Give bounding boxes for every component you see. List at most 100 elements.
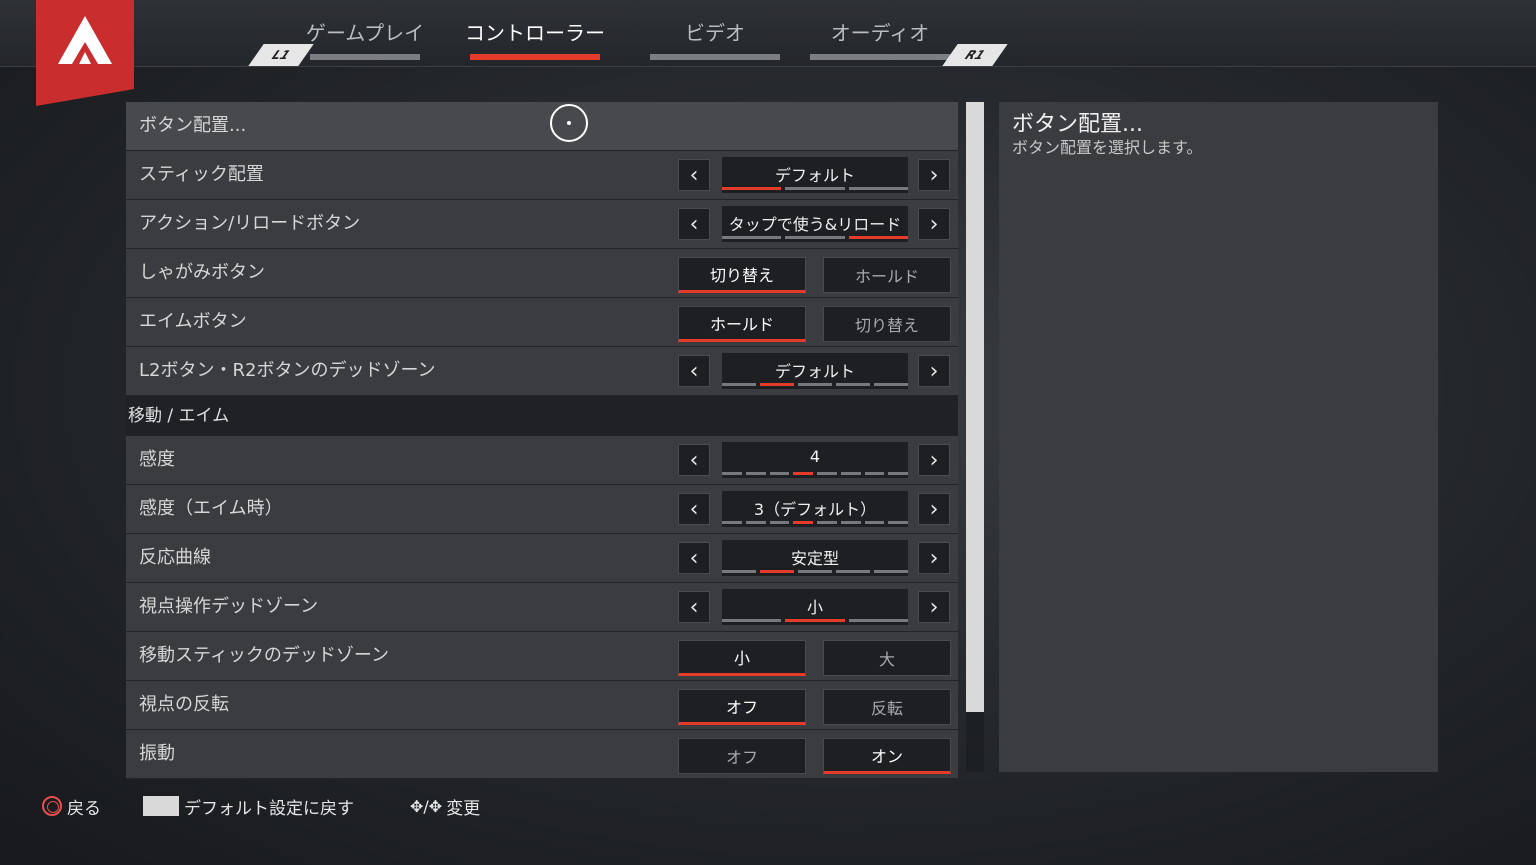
setting-label: 反応曲線	[139, 547, 211, 568]
tab-label: ビデオ	[685, 20, 745, 45]
setting-aim-button[interactable]: エイムボタン ホールド 切り替え	[126, 298, 958, 347]
setting-trigger-deadzone[interactable]: L2ボタン・R2ボタンのデッドゾーン ‹ デフォルト ›	[126, 347, 958, 396]
option-off[interactable]: オフ	[678, 738, 806, 774]
setting-action-reload[interactable]: アクション/リロードボタン ‹ タップで使う&リロード ›	[126, 200, 958, 249]
setting-label: 感度	[139, 449, 175, 470]
setting-label: 振動	[139, 743, 175, 764]
circle-button-icon	[42, 796, 62, 816]
selector-value: 3（デフォルト）	[753, 500, 877, 519]
selector-value: 安定型	[790, 549, 839, 568]
option-toggle[interactable]: 切り替え	[678, 257, 806, 293]
tab-label: ゲームプレイ	[305, 20, 425, 45]
setting-label: 視点の反転	[139, 694, 229, 715]
chevron-right-icon[interactable]: ›	[918, 208, 950, 240]
chevron-right-icon[interactable]: ›	[918, 591, 950, 623]
selector-value: デフォルト	[774, 166, 855, 185]
chevron-left-icon[interactable]: ‹	[678, 444, 710, 476]
reset-defaults-hint[interactable]: デフォルト設定に戻す	[143, 792, 354, 820]
tab-underline	[650, 54, 780, 60]
setting-crouch-button[interactable]: しゃがみボタン 切り替え ホールド	[126, 249, 958, 298]
option-hold[interactable]: ホールド	[823, 257, 951, 293]
touchpad-button-icon	[143, 796, 179, 816]
tab-audio[interactable]: オーディオ	[790, 0, 970, 62]
value-selector[interactable]: タップで使う&リロード	[722, 206, 908, 242]
setting-ads-sensitivity[interactable]: 感度（エイム時） ‹ 3（デフォルト） ›	[126, 485, 958, 534]
tab-underline	[310, 54, 420, 60]
setting-label: L2ボタン・R2ボタンのデッドゾーン	[139, 360, 436, 381]
setting-move-deadzone[interactable]: 移動スティックのデッドゾーン 小 大	[126, 632, 958, 681]
description-text: ボタン配置を選択します。	[1012, 138, 1203, 157]
chevron-left-icon[interactable]: ‹	[678, 208, 710, 240]
apex-logo	[36, 0, 134, 106]
chevron-right-icon[interactable]: ›	[918, 159, 950, 191]
settings-list: ボタン配置... スティック配置 ‹ デフォルト › アクション/リロードボタン…	[126, 102, 958, 779]
setting-response-curve[interactable]: 反応曲線 ‹ 安定型 ›	[126, 534, 958, 583]
value-selector[interactable]: 4	[722, 442, 908, 478]
section-header: 移動 / エイム	[126, 396, 958, 436]
value-selector[interactable]: 小	[722, 589, 908, 625]
chevron-right-icon[interactable]: ›	[918, 444, 950, 476]
selector-segments	[722, 472, 908, 475]
chevron-left-icon[interactable]: ‹	[678, 542, 710, 574]
setting-label: 視点操作デッドゾーン	[139, 596, 319, 617]
dpad-icon: ✥/✥	[410, 796, 443, 816]
setting-label: 移動スティックのデッドゾーン	[139, 645, 390, 666]
description-panel: ボタン配置... ボタン配置を選択します。	[999, 102, 1438, 772]
setting-button-layout[interactable]: ボタン配置...	[126, 102, 958, 151]
value-selector[interactable]: 安定型	[722, 540, 908, 576]
tab-label: オーディオ	[830, 20, 930, 45]
tab-underline	[810, 54, 950, 60]
setting-label: 感度（エイム時）	[139, 498, 283, 519]
option-off[interactable]: オフ	[678, 689, 806, 725]
selector-segments	[722, 619, 908, 622]
value-selector[interactable]: デフォルト	[722, 157, 908, 193]
tab-controller[interactable]: コントローラー	[428, 0, 642, 62]
tab-underline	[470, 54, 600, 60]
chevron-left-icon[interactable]: ‹	[678, 591, 710, 623]
chevron-left-icon[interactable]: ‹	[678, 493, 710, 525]
setting-look-deadzone[interactable]: 視点操作デッドゾーン ‹ 小 ›	[126, 583, 958, 632]
setting-label: しゃがみボタン	[139, 262, 265, 283]
tab-label: コントローラー	[465, 20, 605, 45]
chevron-right-icon[interactable]: ›	[918, 493, 950, 525]
setting-stick-layout[interactable]: スティック配置 ‹ デフォルト ›	[126, 151, 958, 200]
change-label: 変更	[446, 798, 481, 819]
value-selector[interactable]: デフォルト	[722, 353, 908, 389]
setting-label: ボタン配置...	[139, 115, 247, 136]
back-hint[interactable]: 戻る	[42, 792, 101, 820]
setting-sensitivity[interactable]: 感度 ‹ 4 ›	[126, 436, 958, 485]
setting-invert-look[interactable]: 視点の反転 オフ 反転	[126, 681, 958, 730]
option-hold[interactable]: ホールド	[678, 306, 806, 342]
selector-value: デフォルト	[774, 362, 855, 381]
selector-segments	[722, 521, 908, 524]
selector-value: タップで使う&リロード	[728, 215, 902, 234]
tab-video[interactable]: ビデオ	[630, 0, 800, 62]
top-nav-bar: L1 ゲームプレイ コントローラー ビデオ オーディオ R1	[0, 0, 1536, 106]
value-selector[interactable]: 3（デフォルト）	[722, 491, 908, 527]
reset-label: デフォルト設定に戻す	[184, 798, 354, 819]
chevron-right-icon[interactable]: ›	[918, 542, 950, 574]
back-label: 戻る	[67, 798, 101, 819]
change-hint[interactable]: ✥/✥ 変更	[410, 792, 480, 820]
option-small[interactable]: 小	[678, 640, 806, 676]
chevron-left-icon[interactable]: ‹	[678, 355, 710, 387]
setting-label: アクション/リロードボタン	[139, 213, 361, 234]
chevron-left-icon[interactable]: ‹	[678, 159, 710, 191]
scrollbar[interactable]	[966, 102, 984, 772]
selector-value: 小	[806, 598, 823, 617]
selector-value: 4	[809, 447, 821, 466]
option-toggle[interactable]: 切り替え	[823, 306, 951, 342]
option-on[interactable]: オン	[823, 738, 951, 774]
setting-vibration[interactable]: 振動 オフ オン	[126, 730, 958, 779]
selector-segments	[722, 570, 908, 573]
selector-segments	[722, 187, 908, 190]
setting-label: エイムボタン	[139, 311, 247, 332]
scrollbar-thumb[interactable]	[966, 102, 984, 712]
selector-segments	[722, 383, 908, 386]
tab-gameplay[interactable]: ゲームプレイ	[290, 0, 440, 62]
chevron-right-icon[interactable]: ›	[918, 355, 950, 387]
setting-label: スティック配置	[139, 164, 264, 185]
cursor-icon	[550, 104, 588, 142]
option-invert[interactable]: 反転	[823, 689, 951, 725]
option-large[interactable]: 大	[823, 640, 951, 676]
